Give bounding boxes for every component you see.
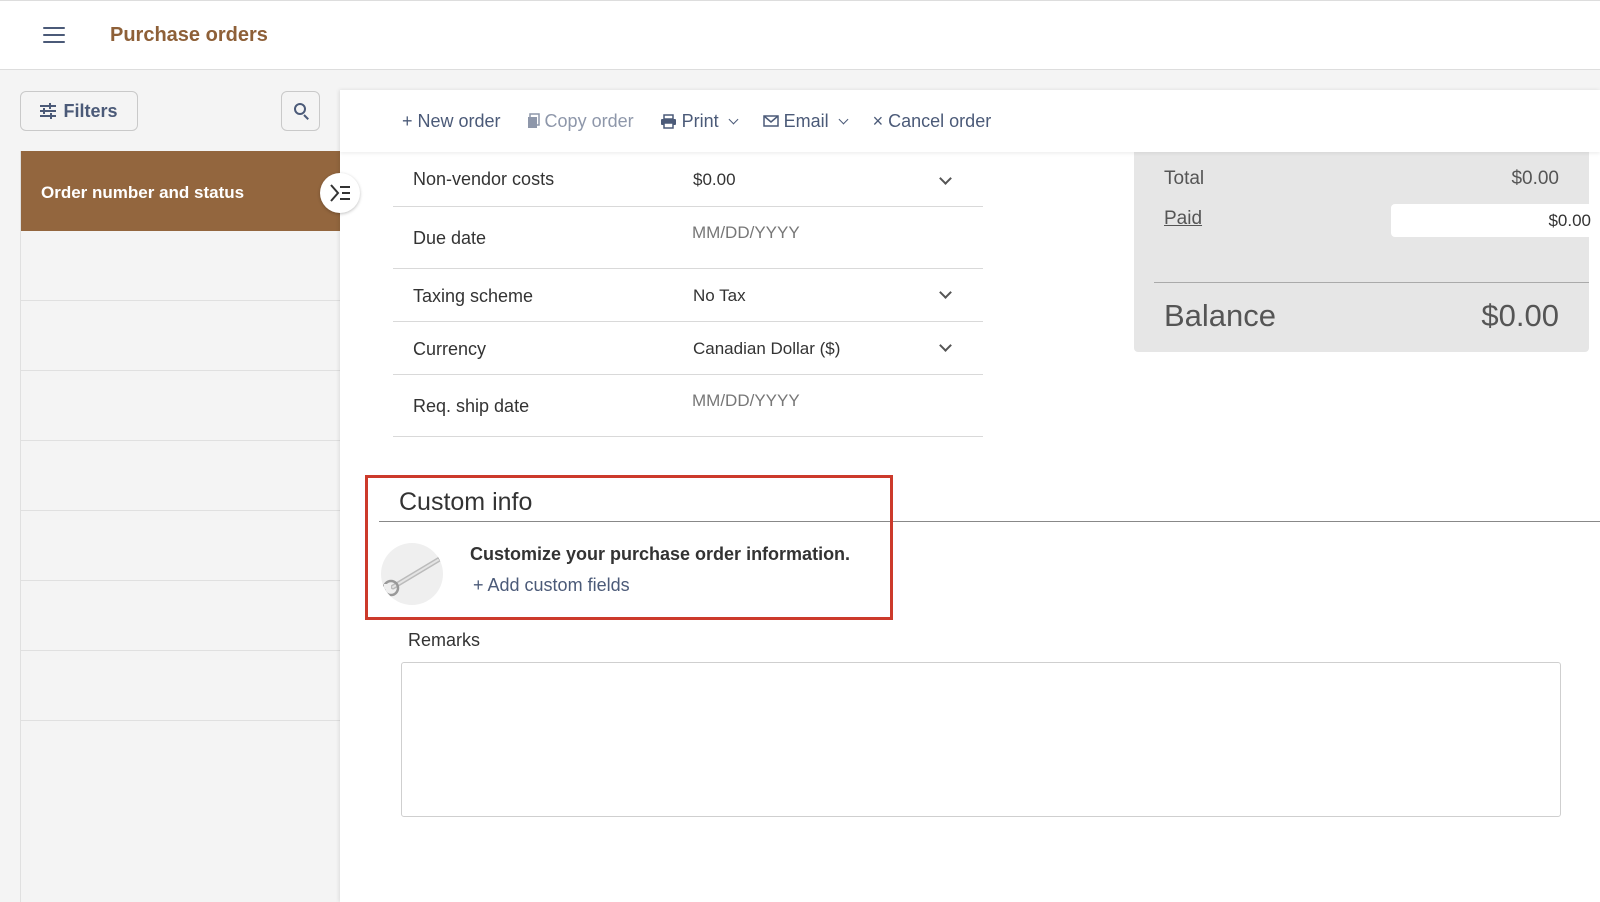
list-header: Order number and status — [21, 151, 341, 231]
collapse-panel-icon — [330, 184, 350, 202]
list-item[interactable] — [21, 651, 341, 721]
order-list: Order number and status — [20, 151, 341, 902]
email-button[interactable]: Email — [762, 111, 849, 132]
chevron-down-icon[interactable] — [939, 339, 952, 352]
remarks-textarea[interactable] — [401, 662, 1561, 817]
paid-row: Paid — [1164, 204, 1600, 237]
due-date-input[interactable]: MM/DD/YYYY — [692, 223, 800, 243]
collapse-list-button[interactable] — [320, 173, 360, 213]
list-item[interactable] — [21, 301, 341, 371]
remarks-label: Remarks — [408, 630, 481, 650]
cancel-order-button[interactable]: × Cancel order — [873, 111, 992, 132]
taxing-scheme-row: Taxing scheme No Tax — [393, 269, 983, 322]
filters-label: Filters — [63, 100, 118, 121]
copy-icon — [527, 113, 540, 128]
chevron-down-icon[interactable] — [939, 172, 952, 185]
req-ship-date-input[interactable]: MM/DD/YYYY — [692, 391, 800, 411]
non-vendor-costs-label: Non-vendor costs — [413, 169, 555, 189]
wrench-icon — [381, 543, 443, 605]
chevron-down-icon[interactable] — [939, 286, 952, 299]
chevron-down-icon — [728, 114, 739, 124]
print-button[interactable]: Print — [660, 111, 739, 132]
total-label: Total — [1164, 168, 1205, 189]
summary-divider — [1154, 282, 1589, 283]
balance-value: $0.00 — [1481, 298, 1559, 333]
taxing-scheme-label: Taxing scheme — [413, 286, 534, 306]
currency-row: Currency Canadian Dollar ($) — [393, 322, 983, 375]
due-date-row: Due date MM/DD/YYYY — [393, 207, 983, 269]
balance-label: Balance — [1164, 298, 1277, 333]
new-order-button[interactable]: + New order — [402, 111, 501, 132]
currency-select[interactable]: Canadian Dollar ($) — [693, 339, 840, 359]
paid-link[interactable]: Paid — [1164, 208, 1202, 237]
paid-input[interactable] — [1391, 204, 1600, 237]
plus-icon: + — [402, 111, 413, 131]
currency-label: Currency — [413, 339, 487, 359]
custom-info-message: Customize your purchase order informatio… — [470, 544, 851, 564]
list-item[interactable] — [21, 511, 341, 581]
taxing-scheme-select[interactable]: No Tax — [693, 286, 746, 306]
add-custom-fields-link[interactable]: + Add custom fields — [473, 575, 630, 596]
sliders-icon — [40, 103, 57, 119]
page-title: Purchase orders — [110, 24, 268, 46]
order-detail-panel: + New order Copy order Print Email × Can… — [340, 90, 1600, 902]
section-divider — [379, 521, 1600, 522]
search-button[interactable] — [281, 91, 320, 131]
custom-info-title: Custom info — [399, 488, 533, 516]
toolbar: + New order Copy order Print Email × Can… — [340, 90, 1600, 152]
top-header: Purchase orders — [0, 0, 1600, 70]
list-item[interactable] — [21, 441, 341, 511]
balance-row: Balance $0.00 — [1164, 298, 1559, 334]
list-item[interactable] — [21, 371, 341, 441]
close-icon: × — [872, 111, 884, 131]
total-value: $0.00 — [1511, 168, 1559, 189]
non-vendor-costs-select[interactable]: $0.00 — [693, 170, 736, 190]
non-vendor-costs-row: Non-vendor costs $0.00 — [393, 152, 983, 207]
list-item[interactable] — [21, 581, 341, 651]
order-summary: Subtotal $0.00 Total $0.00 Paid Balance … — [1134, 130, 1600, 352]
chevron-down-icon — [838, 114, 849, 124]
total-row: Total $0.00 — [1164, 168, 1559, 190]
req-ship-date-label: Req. ship date — [413, 396, 530, 416]
printer-icon — [660, 113, 676, 129]
copy-order-button[interactable]: Copy order — [527, 111, 634, 132]
filters-button[interactable]: Filters — [20, 91, 138, 131]
envelope-icon — [762, 115, 779, 127]
hamburger-menu-icon[interactable] — [43, 27, 65, 45]
req-ship-date-row: Req. ship date MM/DD/YYYY — [393, 375, 983, 437]
list-item[interactable] — [21, 231, 341, 301]
due-date-label: Due date — [413, 228, 487, 248]
